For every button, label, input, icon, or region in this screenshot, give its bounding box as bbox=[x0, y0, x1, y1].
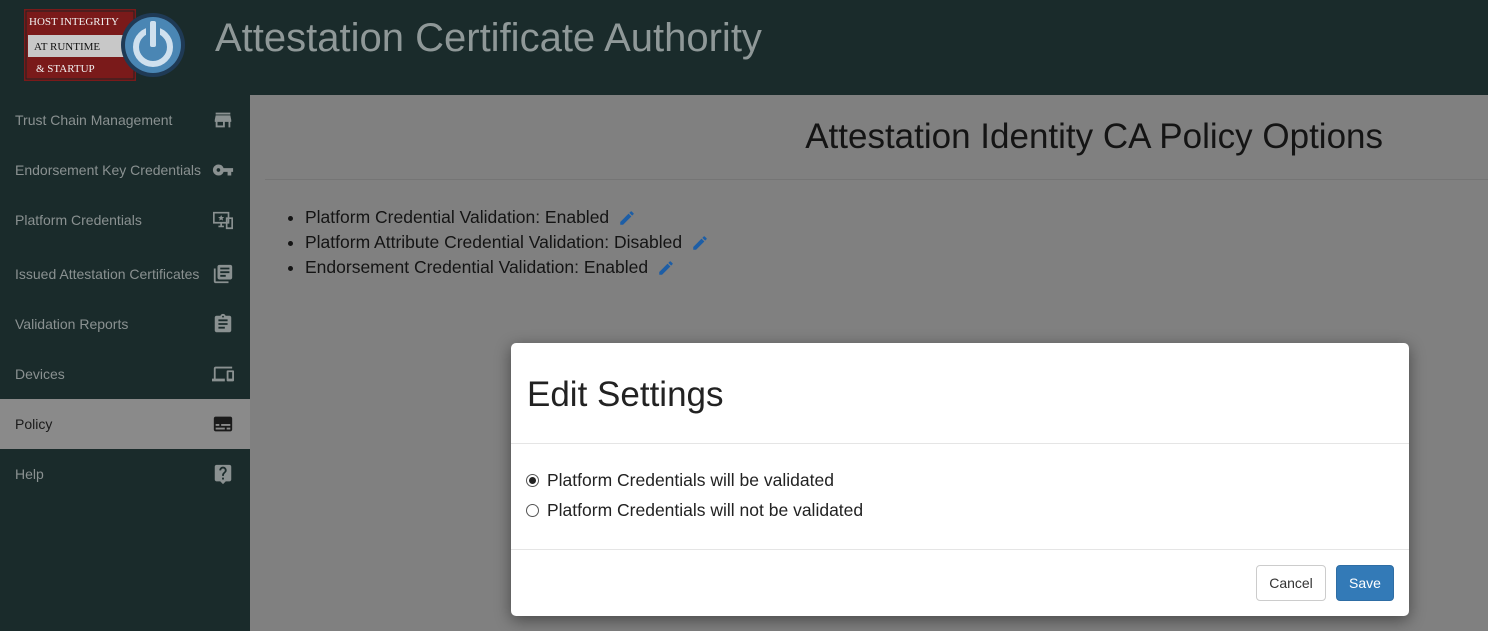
radio-option-validated[interactable]: Platform Credentials will be validated bbox=[526, 469, 834, 491]
radio-label: Platform Credentials will not be validat… bbox=[547, 499, 864, 520]
sidebar-item-trust-chain-management[interactable]: Trust Chain Management bbox=[0, 95, 250, 145]
modal-footer-divider bbox=[511, 549, 1409, 550]
policy-item-platform-credential-validation: Platform Credential Validation: Enabled bbox=[305, 207, 709, 232]
devices-icon bbox=[212, 366, 234, 382]
sidebar-item-label: Help bbox=[15, 466, 44, 482]
sidebar-item-label: Policy bbox=[15, 416, 53, 432]
hirs-logo: HOST INTEGRITY AT RUNTIME & STARTUP bbox=[24, 9, 185, 81]
key-icon bbox=[212, 164, 234, 176]
library-books-icon bbox=[213, 264, 233, 284]
radio-button-validated[interactable] bbox=[526, 473, 539, 487]
edit-pencil-icon[interactable] bbox=[691, 234, 709, 252]
policy-text: Platform Credential Validation: Enabled bbox=[305, 207, 610, 227]
app-title: Attestation Certificate Authority bbox=[215, 16, 762, 60]
sidebar-item-devices[interactable]: Devices bbox=[0, 349, 250, 399]
svg-text:AT RUNTIME: AT RUNTIME bbox=[34, 41, 100, 53]
policy-item-platform-attribute-credential-validation: Platform Attribute Credential Validation… bbox=[305, 232, 709, 257]
sidebar-item-label: Issued Attestation Certificates bbox=[15, 266, 200, 282]
modal-title: Edit Settings bbox=[527, 375, 724, 414]
sidebar-item-label: Trust Chain Management bbox=[15, 112, 173, 128]
svg-text:& STARTUP: & STARTUP bbox=[36, 63, 95, 75]
svg-text:HOST INTEGRITY: HOST INTEGRITY bbox=[29, 16, 119, 28]
edit-settings-modal: Edit Settings Platform Credentials will … bbox=[511, 343, 1409, 616]
sidebar-item-label: Endorsement Key Credentials bbox=[15, 162, 201, 178]
platform-credentials-icon bbox=[213, 211, 233, 230]
sidebar-item-label: Devices bbox=[15, 366, 65, 382]
policy-item-endorsement-credential-validation: Endorsement Credential Validation: Enabl… bbox=[305, 257, 709, 282]
sidebar-nav: Trust Chain Management Endorsement Key C… bbox=[0, 95, 250, 631]
sidebar-item-policy[interactable]: Policy bbox=[0, 399, 250, 449]
divider bbox=[265, 179, 1488, 180]
modal-header-divider bbox=[511, 443, 1409, 444]
cancel-button[interactable]: Cancel bbox=[1256, 565, 1326, 601]
edit-pencil-icon[interactable] bbox=[618, 209, 636, 227]
radio-label: Platform Credentials will be validated bbox=[547, 469, 834, 490]
policy-text: Endorsement Credential Validation: Enabl… bbox=[305, 257, 649, 277]
sidebar-item-platform-credentials[interactable]: Platform Credentials bbox=[0, 195, 250, 245]
radio-button-not-validated[interactable] bbox=[526, 503, 539, 517]
help-icon bbox=[214, 464, 232, 485]
sidebar-item-issued-attestation-certificates[interactable]: Issued Attestation Certificates bbox=[0, 245, 250, 303]
sidebar-item-validation-reports[interactable]: Validation Reports bbox=[0, 299, 250, 349]
policy-text: Platform Attribute Credential Validation… bbox=[305, 232, 683, 252]
sidebar-item-help[interactable]: Help bbox=[0, 449, 250, 499]
app-header: HOST INTEGRITY AT RUNTIME & STARTUP Atte… bbox=[0, 0, 1488, 95]
save-button[interactable]: Save bbox=[1336, 565, 1394, 601]
clipboard-icon bbox=[214, 313, 232, 333]
sidebar-item-label: Platform Credentials bbox=[15, 212, 142, 228]
store-icon bbox=[214, 112, 232, 128]
sidebar-item-label: Validation Reports bbox=[15, 316, 129, 332]
page-title: Attestation Identity CA Policy Options bbox=[805, 117, 1383, 156]
edit-pencil-icon[interactable] bbox=[657, 259, 675, 277]
radio-option-not-validated[interactable]: Platform Credentials will not be validat… bbox=[526, 499, 863, 521]
policy-list: Platform Credential Validation: Enabled … bbox=[287, 207, 709, 282]
subtitles-icon bbox=[213, 416, 233, 432]
sidebar-item-endorsement-key-credentials[interactable]: Endorsement Key Credentials bbox=[0, 145, 250, 195]
